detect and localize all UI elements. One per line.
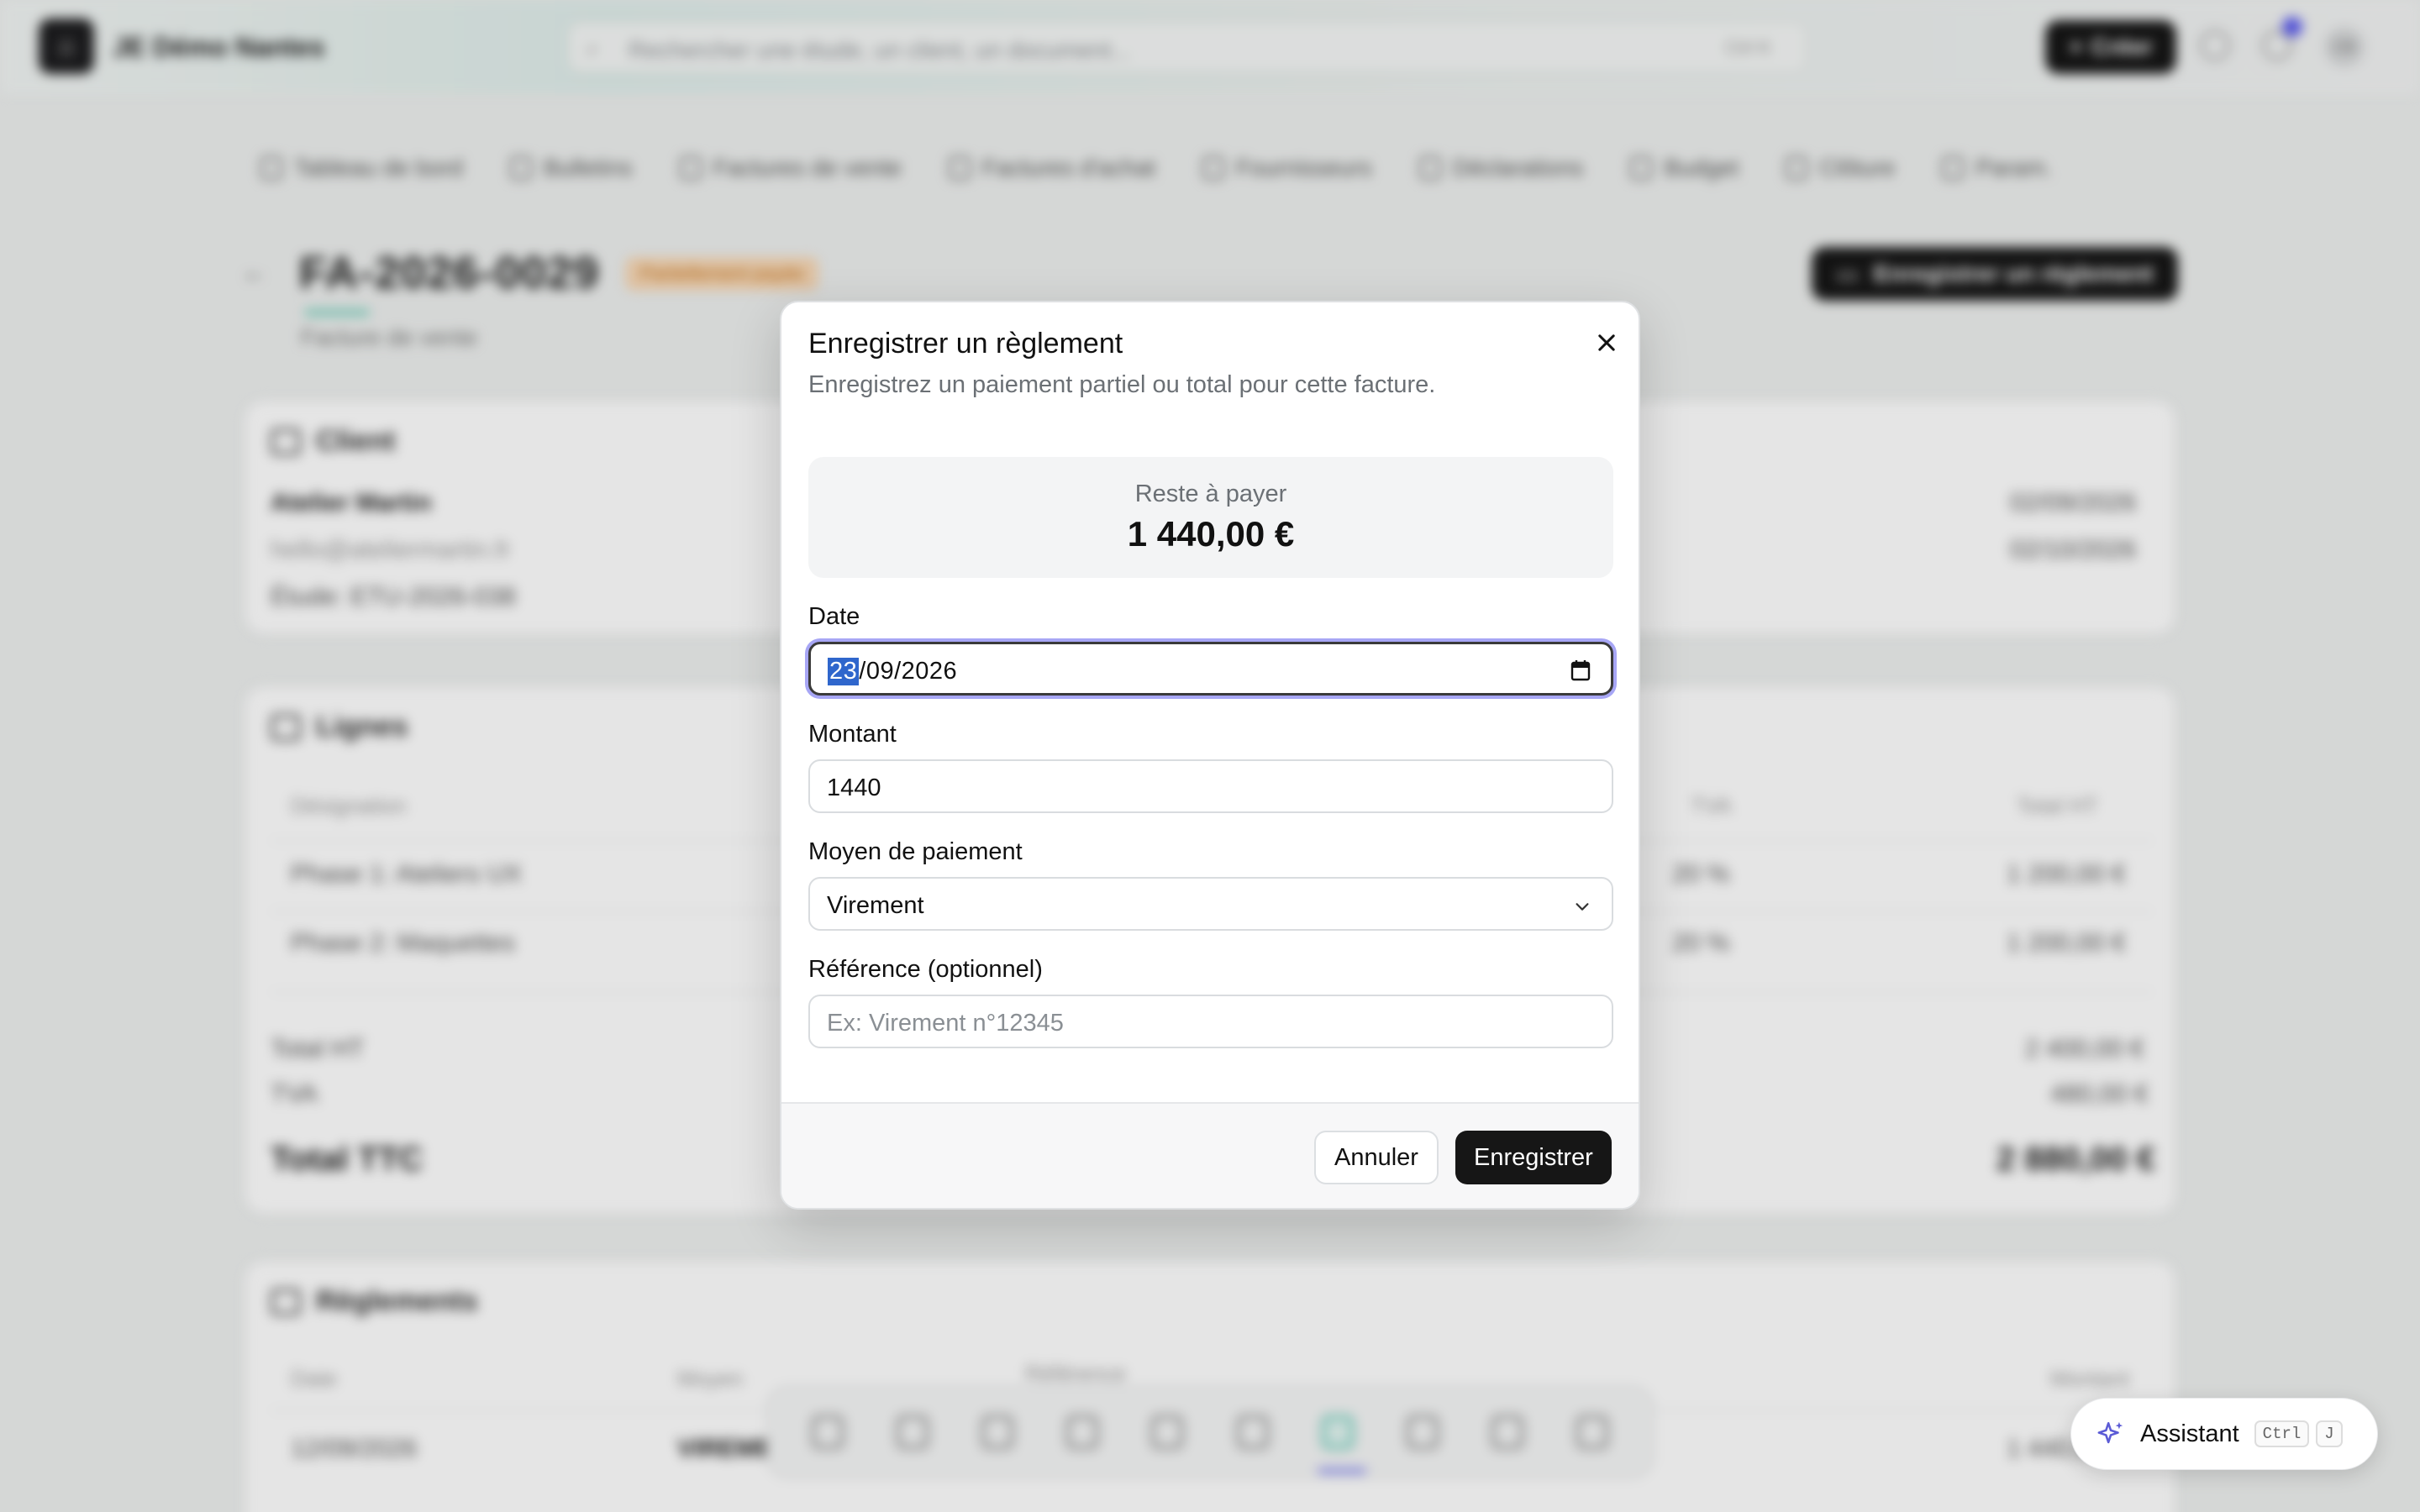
- assistant-button[interactable]: Assistant Ctrl J: [2070, 1398, 2378, 1470]
- date-value: 23/09/2026: [828, 658, 957, 685]
- close-icon: [1598, 334, 1615, 351]
- date-input[interactable]: 23/09/2026: [808, 642, 1613, 696]
- date-day-selected: 23: [828, 658, 860, 685]
- shortcut-ctrl-key: Ctrl: [2254, 1420, 2310, 1447]
- cancel-button[interactable]: Annuler: [1314, 1131, 1439, 1184]
- amount-label: Montant: [808, 721, 897, 748]
- chevron-down-icon: [1576, 903, 1589, 911]
- assistant-label: Assistant: [2140, 1420, 2239, 1447]
- dialog-footer: Annuler Enregistrer: [781, 1102, 1639, 1208]
- amount-input[interactable]: 1440: [808, 759, 1613, 813]
- remaining-amount: 1 440,00 €: [1127, 514, 1295, 554]
- close-button[interactable]: [1588, 324, 1625, 361]
- payment-method-select[interactable]: Virement: [808, 877, 1613, 931]
- save-button[interactable]: Enregistrer: [1455, 1131, 1612, 1184]
- date-month-year: /09/2026: [859, 658, 958, 685]
- sparkle-icon: [2097, 1421, 2123, 1444]
- payment-dialog: Enregistrer un règlement Enregistrez un …: [780, 301, 1640, 1210]
- calendar-icon[interactable]: [1570, 659, 1591, 681]
- amount-value: 1440: [827, 774, 881, 801]
- dialog-description: Enregistrez un paiement partiel ou total…: [808, 371, 1436, 398]
- shortcut-j-key: J: [2316, 1420, 2343, 1447]
- remaining-label: Reste à payer: [1134, 480, 1287, 507]
- reference-placeholder: Ex: Virement n°12345: [827, 1010, 1064, 1037]
- reference-label: Référence (optionnel): [808, 956, 1043, 983]
- payment-method-label: Moyen de paiement: [808, 838, 1023, 865]
- remaining-box: Reste à payer 1 440,00 €: [808, 457, 1613, 578]
- dialog-title: Enregistrer un règlement: [808, 328, 1123, 360]
- payment-method-value: Virement: [827, 892, 924, 919]
- date-label: Date: [808, 603, 860, 630]
- reference-input[interactable]: Ex: Virement n°12345: [808, 995, 1613, 1048]
